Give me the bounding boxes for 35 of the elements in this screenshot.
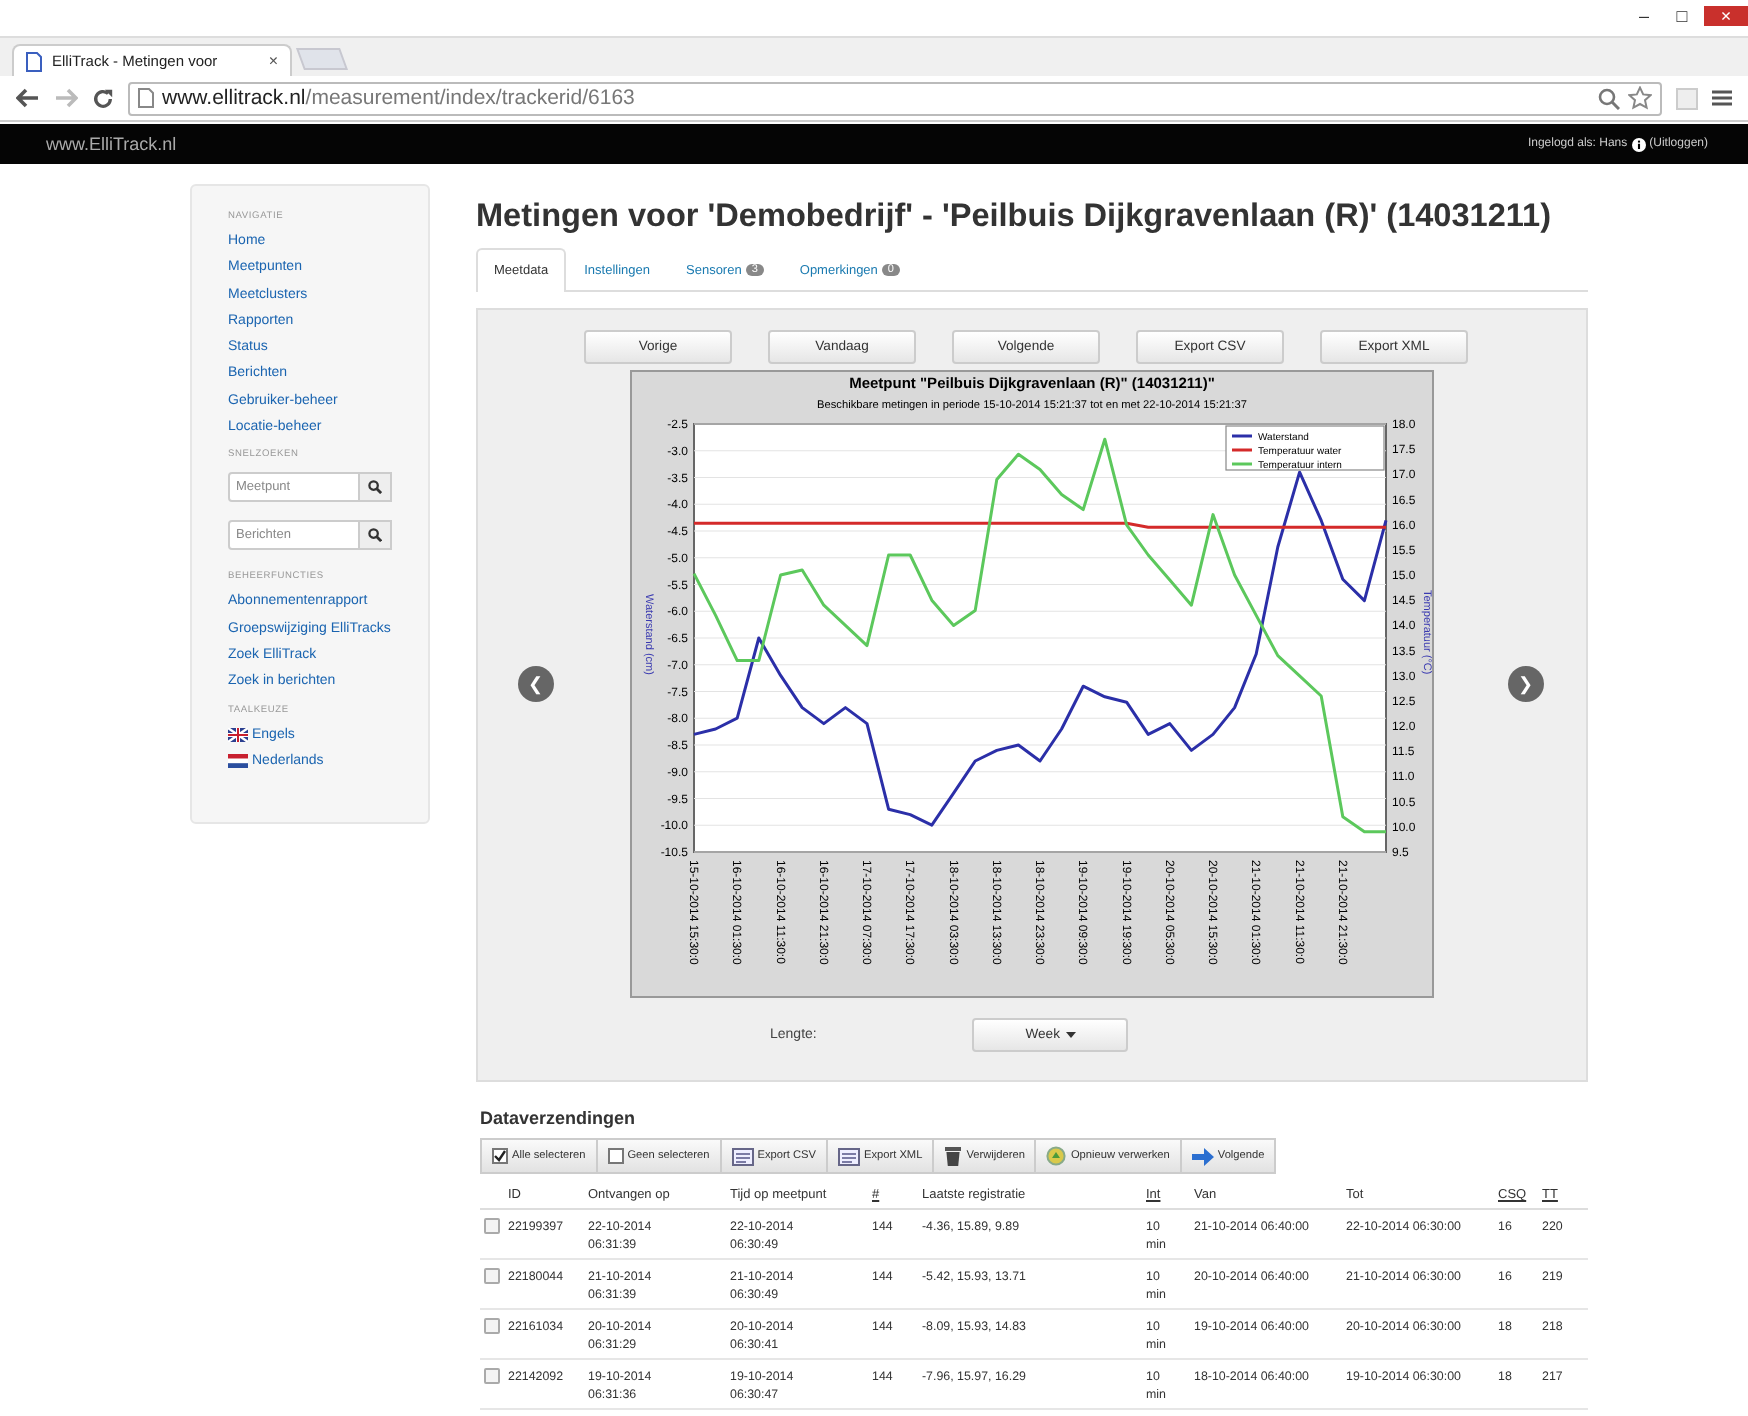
next-button[interactable]: ❯ xyxy=(1508,666,1544,702)
row-checkbox[interactable] xyxy=(484,1318,500,1334)
checkbox-icon xyxy=(492,1148,508,1164)
window-control[interactable]: □ xyxy=(1666,6,1698,26)
menu-icon[interactable] xyxy=(1712,88,1732,108)
document-icon xyxy=(731,1147,754,1165)
zoom-icon[interactable] xyxy=(1598,87,1620,109)
document-icon xyxy=(837,1147,860,1165)
window-control[interactable]: × xyxy=(1704,6,1748,26)
back-icon[interactable] xyxy=(16,88,40,108)
address-bar[interactable]: www.ellitrack.nl/measurement/index/trackerid/6163 xyxy=(128,81,1662,115)
arrow-icon xyxy=(1191,1147,1214,1165)
page-icon xyxy=(26,51,42,71)
search-icon xyxy=(368,480,382,495)
site-brand[interactable]: www.ElliTrack.nl xyxy=(46,134,177,154)
row-checkbox[interactable] xyxy=(484,1268,500,1284)
window-control[interactable]: – xyxy=(1628,6,1660,26)
row-checkbox[interactable] xyxy=(484,1368,500,1384)
checkbox-icon xyxy=(607,1148,624,1164)
flag-icon[interactable] xyxy=(228,727,248,742)
page-title: Metingen voor 'Demobedrijf' - 'Peilbuis Dijkgravenlaan (R)' (14031211) xyxy=(476,198,1554,238)
section-heading: Dataverzendingen xyxy=(480,1108,638,1128)
search-icon xyxy=(368,528,382,543)
trash-icon xyxy=(944,1146,963,1166)
info-icon xyxy=(1631,137,1646,151)
page-icon xyxy=(138,88,154,108)
star-icon[interactable] xyxy=(1628,86,1652,110)
search-button[interactable] xyxy=(360,472,392,503)
flag-icon[interactable] xyxy=(228,754,248,768)
search-button[interactable] xyxy=(360,520,392,551)
row-checkbox[interactable] xyxy=(484,1218,500,1234)
reload-icon[interactable] xyxy=(92,87,114,109)
previous-button[interactable]: ❮ xyxy=(518,666,554,702)
caret-icon xyxy=(1065,1032,1076,1038)
close-tab-button[interactable]: × xyxy=(268,52,278,70)
